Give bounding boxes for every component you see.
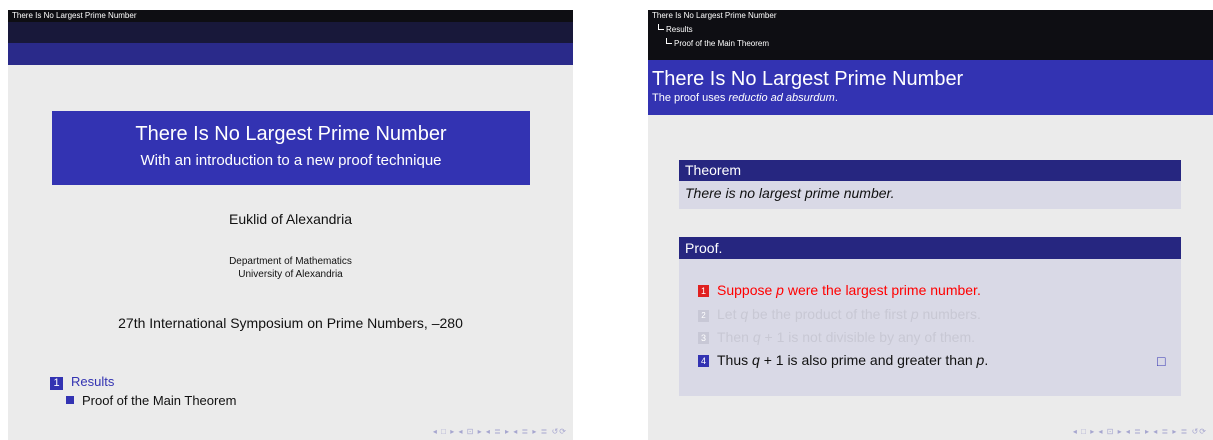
- step-text: Suppose: [717, 282, 777, 298]
- step-text: be the product of the first: [748, 306, 911, 322]
- proof-step: 3 Then q + 1 is not divisible by any of t…: [698, 329, 975, 345]
- step-variable: p: [910, 306, 919, 322]
- toc-subsection-label: Proof of the Main Theorem: [82, 393, 237, 408]
- step-variable: q: [752, 329, 761, 345]
- frame-subtitle-text: The proof uses: [652, 92, 729, 104]
- proof-step: 4 Thus q + 1 is also prime and greater th…: [698, 352, 988, 368]
- theorem-block-title: Theorem: [679, 160, 1181, 181]
- step-text: were the largest prime number.: [783, 282, 981, 298]
- step-text: + 1 is not divisible by any of them.: [760, 329, 975, 345]
- step-text: Let: [717, 306, 741, 322]
- conference-date: 27th International Symposium on Prime Nu…: [118, 315, 463, 331]
- proof-step: 2 Let q be the product of the first p num…: [698, 306, 981, 322]
- slide-header: There Is No Largest Prime Number: [8, 10, 573, 22]
- step-number: 1: [698, 285, 709, 297]
- presentation-title: There Is No Largest Prime Number: [135, 123, 447, 145]
- toc-subsection-proof[interactable]: Proof of the Main Theorem: [66, 393, 236, 408]
- toc-section-label: Results: [71, 374, 115, 389]
- step-text: Thus: [717, 352, 753, 368]
- toc-section-results[interactable]: 1 Results: [50, 374, 114, 390]
- header-bar-blue: [8, 43, 573, 65]
- step-number: 2: [698, 310, 709, 322]
- step-number: 3: [698, 332, 709, 344]
- step-text: .: [984, 352, 989, 368]
- frame-subtitle: The proof uses reductio ad absurdum.: [652, 91, 1213, 105]
- frame-subtitle-emphasis: reductio ad absurdum: [728, 92, 835, 104]
- proof-block-title: Proof.: [679, 237, 1181, 259]
- breadcrumb-title[interactable]: There Is No Largest Prime Number: [652, 11, 1209, 21]
- tree-branch-icon: [658, 24, 664, 30]
- beamer-navigation-icons[interactable]: ◂ □ ▸ ◂ ⊡ ▸ ◂ ≣ ▸ ◂ ≣ ▸ ≣ ↺⟳: [1073, 427, 1207, 436]
- institute-line: Department of Mathematics: [229, 256, 352, 267]
- theorem-slide: There Is No Largest Prime Number Results…: [648, 10, 1213, 440]
- step-number: 4: [698, 355, 709, 367]
- frame-title: There Is No Largest Prime Number: [652, 68, 964, 90]
- qed-symbol: □: [1157, 353, 1166, 369]
- toc-section-number: 1: [50, 377, 63, 390]
- breadcrumb-subsection-label: Proof of the Main Theorem: [674, 39, 770, 48]
- step-variable: q: [740, 306, 749, 322]
- frame-title-bar: There Is No Largest Prime Number The pro…: [648, 60, 1213, 115]
- institute: Department of Mathematics University of …: [8, 255, 573, 281]
- presentation-subtitle: With an introduction to a new proof tech…: [140, 152, 442, 169]
- step-text: numbers.: [918, 306, 981, 322]
- proof-block-body: 1 Suppose p were the largest prime number…: [679, 259, 1181, 396]
- title-box: There Is No Largest Prime Number With an…: [52, 111, 530, 185]
- step-text: Then: [717, 329, 753, 345]
- breadcrumb: There Is No Largest Prime Number Results…: [648, 10, 1213, 60]
- breadcrumb-section[interactable]: Results: [652, 24, 1209, 35]
- author-name: Euklid of Alexandria: [229, 211, 352, 227]
- proof-step: 1 Suppose p were the largest prime number…: [698, 282, 981, 298]
- square-bullet-icon: [66, 396, 74, 404]
- institute-line: University of Alexandria: [238, 269, 343, 280]
- breadcrumb-section-label: Results: [666, 25, 693, 34]
- beamer-navigation-icons[interactable]: ◂ □ ▸ ◂ ⊡ ▸ ◂ ≣ ▸ ◂ ≣ ▸ ≣ ↺⟳: [433, 427, 567, 436]
- step-variable: p: [776, 282, 784, 298]
- step-variable: q: [752, 352, 760, 368]
- tree-branch-icon: [666, 38, 672, 44]
- title-slide: There Is No Largest Prime Number There I…: [8, 10, 573, 440]
- step-text: + 1 is also prime and greater than: [759, 352, 977, 368]
- theorem-block-body: There is no largest prime number.: [679, 181, 1181, 209]
- frame-subtitle-period: .: [834, 92, 838, 104]
- header-bar-navy: [8, 22, 573, 43]
- breadcrumb-subsection[interactable]: Proof of the Main Theorem: [652, 38, 1209, 49]
